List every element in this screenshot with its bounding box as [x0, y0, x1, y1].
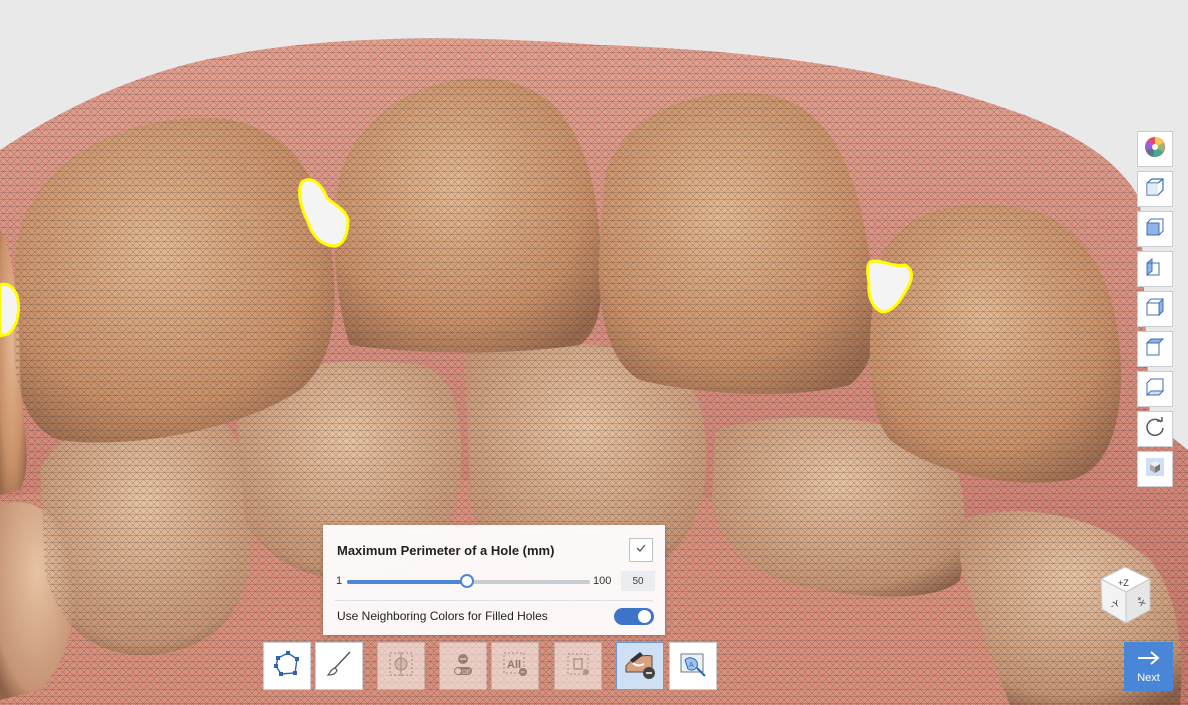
view-reset-button[interactable]: [1137, 411, 1173, 447]
next-label: Next: [1137, 671, 1160, 684]
view-left-button[interactable]: [1137, 251, 1173, 287]
cube-top-icon: [1144, 336, 1166, 363]
deselect-off-icon: Off: [448, 649, 478, 684]
slider-max-label: 100: [593, 575, 612, 587]
cube-front-icon: [1144, 216, 1166, 243]
view-solid-button[interactable]: [1137, 451, 1173, 487]
perimeter-slider[interactable]: [347, 574, 590, 588]
cube-bottom-icon: [1144, 376, 1166, 403]
cube-left-icon: [1144, 256, 1166, 283]
color-wheel-icon: [1144, 136, 1166, 163]
checkmark-icon: [635, 541, 647, 559]
color-toggle-button[interactable]: [1137, 131, 1173, 167]
polygon-lasso-icon: [272, 649, 302, 684]
arrow-right-icon: [1136, 650, 1162, 671]
slider-fill: [347, 580, 468, 584]
delete-selection-button[interactable]: [554, 642, 602, 690]
cube-right-icon: [1144, 296, 1166, 323]
svg-text:A: A: [689, 662, 694, 669]
panel-title: Maximum Perimeter of a Hole (mm): [337, 543, 555, 558]
remove-fill-button[interactable]: [616, 642, 664, 690]
view-top-button[interactable]: [1137, 331, 1173, 367]
invert-selection-icon: [386, 649, 416, 684]
slider-min-label: 1: [336, 575, 343, 587]
next-button[interactable]: Next: [1124, 642, 1173, 691]
solid-cube-icon: [1144, 456, 1166, 483]
slider-thumb[interactable]: [460, 574, 475, 588]
brush-icon: [324, 649, 354, 684]
auto-fill-button[interactable]: A: [669, 642, 717, 690]
view-bottom-button[interactable]: [1137, 371, 1173, 407]
select-all-button[interactable]: All: [491, 642, 539, 690]
brush-select-button[interactable]: [315, 642, 363, 690]
cube-iso-icon: [1144, 176, 1166, 203]
invert-selection-button[interactable]: [377, 642, 425, 690]
deselect-button[interactable]: Off: [439, 642, 487, 690]
trash-icon: [563, 649, 593, 684]
view-right-button[interactable]: [1137, 291, 1173, 327]
view-front-button[interactable]: [1137, 211, 1173, 247]
select-all-icon: All: [500, 649, 530, 684]
cube-label-z: +Z: [1118, 578, 1129, 588]
slider-value-field[interactable]: 50: [621, 571, 655, 591]
select-all-text: All: [507, 659, 521, 671]
rotate-icon: [1144, 416, 1166, 443]
neighbor-colors-label: Use Neighboring Colors for Filled Holes: [337, 609, 548, 623]
toggle-knob: [638, 610, 651, 623]
polyline-select-button[interactable]: [263, 642, 311, 690]
auto-fill-icon: A: [677, 648, 709, 685]
deselect-off-text: Off: [462, 670, 470, 676]
confirm-button[interactable]: [629, 538, 653, 562]
eraser-fill-icon: [622, 646, 658, 687]
hole-fill-settings-panel: Maximum Perimeter of a Hole (mm) 1 100 5…: [323, 525, 665, 635]
neighbor-colors-toggle[interactable]: [614, 608, 654, 625]
view-iso-button[interactable]: [1137, 171, 1173, 207]
divider: [335, 600, 653, 601]
